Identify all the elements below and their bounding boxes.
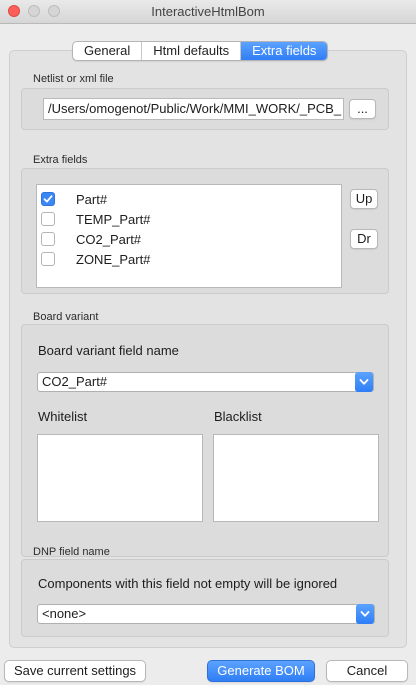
chevron-down-icon — [355, 372, 373, 392]
list-item[interactable]: ZONE_Part# — [41, 250, 150, 268]
checkmark-icon — [43, 195, 53, 203]
dnp-group-label: DNP field name — [33, 546, 110, 558]
extra-fields-list[interactable]: Part# TEMP_Part# CO2_Part# ZONE_Part# — [36, 184, 342, 288]
chevron-down-icon — [356, 604, 374, 624]
dnp-selected-value: <none> — [42, 606, 87, 621]
close-window-button[interactable] — [8, 5, 20, 17]
minimize-window-button[interactable] — [28, 5, 40, 17]
board-variant-group: Board variant field name CO2_Part# White… — [21, 324, 389, 557]
cancel-button[interactable]: Cancel — [326, 660, 408, 682]
whitelist-list[interactable] — [37, 434, 203, 522]
title-bar: InteractiveHtmlBom — [0, 0, 416, 24]
save-settings-button[interactable]: Save current settings — [4, 660, 146, 682]
checkbox[interactable] — [41, 252, 55, 266]
checkbox[interactable] — [41, 232, 55, 246]
list-item[interactable]: CO2_Part# — [41, 230, 141, 248]
extra-fields-group: Part# TEMP_Part# CO2_Part# ZONE_Part# Up… — [21, 168, 389, 294]
checkbox[interactable] — [41, 212, 55, 226]
maximize-window-button[interactable] — [48, 5, 60, 17]
dialog-content: Netlist or xml file /Users/omogenot/Publ… — [0, 24, 416, 685]
extra-fields-panel: Netlist or xml file /Users/omogenot/Publ… — [9, 50, 407, 648]
move-down-button[interactable]: Dr — [350, 229, 378, 249]
netlist-path-input[interactable]: /Users/omogenot/Public/Work/MMI_WORK/_PC… — [43, 98, 344, 120]
browse-button[interactable]: ... — [349, 99, 376, 119]
blacklist-label: Blacklist — [214, 409, 262, 424]
field-label: TEMP_Part# — [76, 211, 151, 227]
board-variant-selected-value: CO2_Part# — [42, 374, 108, 389]
field-label: Part# — [76, 191, 108, 207]
checkbox-checked[interactable] — [41, 192, 55, 206]
dnp-group: Components with this field not empty wil… — [21, 559, 389, 637]
tab-bar: General Html defaults Extra fields — [72, 41, 329, 61]
list-item[interactable]: Part# — [41, 190, 107, 208]
generate-bom-button[interactable]: Generate BOM — [207, 660, 315, 682]
tab-html-defaults[interactable]: Html defaults — [142, 42, 242, 60]
window-title: InteractiveHtmlBom — [151, 4, 265, 19]
extra-fields-group-label: Extra fields — [33, 154, 88, 166]
board-variant-field-label: Board variant field name — [38, 343, 179, 358]
netlist-group-label: Netlist or xml file — [33, 73, 114, 85]
list-item[interactable]: TEMP_Part# — [41, 210, 150, 228]
board-variant-field-select[interactable]: CO2_Part# — [37, 372, 374, 392]
move-up-button[interactable]: Up — [350, 189, 378, 209]
tab-extra-fields[interactable]: Extra fields — [241, 42, 328, 60]
field-label: ZONE_Part# — [76, 251, 151, 267]
dnp-description: Components with this field not empty wil… — [38, 576, 338, 591]
netlist-group: /Users/omogenot/Public/Work/MMI_WORK/_PC… — [21, 88, 389, 130]
dnp-field-select[interactable]: <none> — [37, 604, 375, 624]
blacklist-list[interactable] — [213, 434, 379, 522]
tab-general[interactable]: General — [73, 42, 143, 60]
field-label: CO2_Part# — [76, 231, 142, 247]
whitelist-label: Whitelist — [38, 409, 88, 424]
board-variant-group-label: Board variant — [33, 311, 99, 323]
